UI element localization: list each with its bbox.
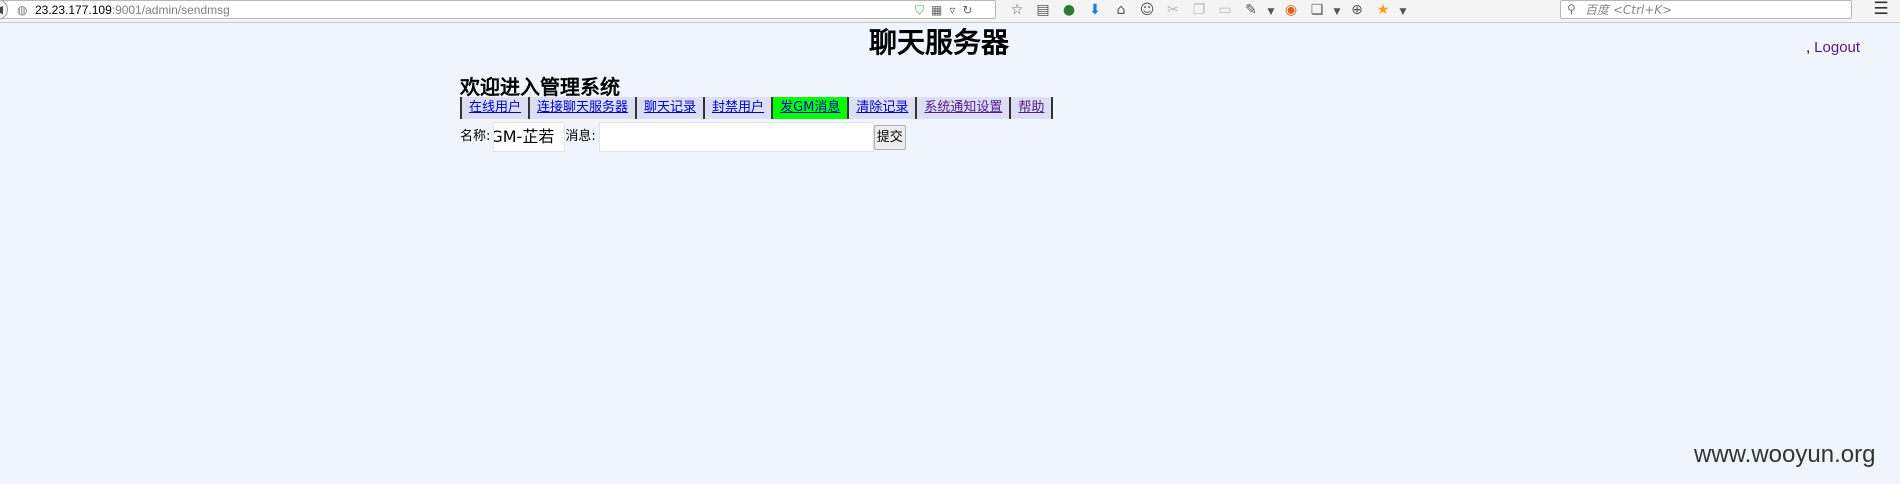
chevron-down-icon[interactable]: ▼ bbox=[1264, 3, 1278, 21]
admin-nav: 在线用户 连接聊天服务器 聊天记录 封禁用户 发GM消息 清除记录 系统通知设置… bbox=[460, 97, 1054, 119]
cut-icon[interactable]: ✂ bbox=[1160, 1, 1186, 19]
name-label: 名称: bbox=[460, 129, 491, 144]
home-icon[interactable]: ⌂ bbox=[1108, 1, 1134, 19]
back-icon[interactable]: ◀ bbox=[0, 0, 8, 20]
favorites-icon[interactable]: ★ bbox=[1370, 1, 1396, 19]
qr-code-icon[interactable]: ▦ bbox=[931, 3, 942, 17]
reading-list-icon[interactable]: ▤ bbox=[1030, 1, 1056, 19]
copy-icon[interactable]: ❐ bbox=[1186, 1, 1212, 19]
chevron-down-icon[interactable]: ▼ bbox=[1330, 3, 1344, 21]
tab-help[interactable]: 帮助 bbox=[1011, 97, 1054, 119]
message-label: 消息: bbox=[565, 129, 596, 144]
chat-icon[interactable]: ☺ bbox=[1134, 1, 1160, 19]
message-input[interactable] bbox=[598, 122, 874, 152]
url-host: 23.23.177.109 bbox=[35, 3, 112, 17]
name-input[interactable]: GM-芷若 bbox=[493, 122, 566, 152]
zoom-search-icon[interactable]: ⊕ bbox=[1344, 1, 1370, 19]
url-text[interactable]: 23.23.177.109:9001/admin/sendmsg bbox=[35, 2, 230, 18]
chevron-down-icon[interactable]: ▼ bbox=[1396, 3, 1410, 21]
search-placeholder: 百度 <Ctrl+K> bbox=[1585, 3, 1673, 17]
send-to-device-icon[interactable]: ❏ bbox=[1304, 1, 1330, 19]
tab-online-users[interactable]: 在线用户 bbox=[462, 97, 531, 119]
logout-link[interactable]: Logout bbox=[1814, 39, 1860, 56]
tab-ban-user[interactable]: 封禁用户 bbox=[705, 97, 774, 119]
search-icon: ⚲ bbox=[1567, 2, 1576, 16]
bookmark-star-icon[interactable]: ☆ bbox=[1004, 1, 1030, 19]
send-message-form: 名称: GM-芷若 消息: 提交 bbox=[460, 122, 906, 152]
user-area: , Logout bbox=[1806, 38, 1860, 58]
reload-icon[interactable]: ↻ bbox=[962, 3, 972, 17]
tab-send-gm-message[interactable]: 发GM消息 bbox=[773, 97, 850, 119]
url-bar-icons: ⛉ ▦ ▿ ↻ bbox=[915, 2, 979, 18]
menu-icon[interactable]: ☰ bbox=[1868, 0, 1894, 19]
tab-connect-chat-server[interactable]: 连接聊天服务器 bbox=[530, 97, 638, 119]
screenshot-icon[interactable]: ✎ bbox=[1238, 1, 1264, 19]
browser-toolbar-icons: ☆ ▤ ● ⬇ ⌂ ☺ ✂ ❐ ▭ ✎ ▼ ◉ ❏ ▼ ⊕ ★ ▼ bbox=[1004, 1, 1544, 20]
browser-search-box[interactable]: ⚲ 百度 <Ctrl+K> bbox=[1560, 0, 1852, 19]
shield-icon[interactable]: ⛉ bbox=[915, 3, 924, 17]
submit-button[interactable]: 提交 bbox=[873, 124, 906, 150]
globe-icon: ◍ bbox=[17, 3, 28, 17]
tab-chat-logs[interactable]: 聊天记录 bbox=[637, 97, 706, 119]
page-title: 聊天服务器 bbox=[869, 26, 1010, 59]
logout-separator: , bbox=[1806, 39, 1811, 56]
welcome-heading: 欢迎进入管理系统 bbox=[460, 75, 620, 99]
watermark: www.wooyun.org bbox=[1694, 441, 1876, 468]
download-icon[interactable]: ⬇ bbox=[1082, 1, 1108, 19]
paste-icon[interactable]: ▭ bbox=[1212, 1, 1238, 19]
extension-icon[interactable]: ● bbox=[1056, 1, 1082, 19]
url-path: :9001/admin/sendmsg bbox=[111, 3, 230, 17]
tab-system-notification-settings[interactable]: 系统通知设置 bbox=[917, 97, 1012, 119]
addon-icon[interactable]: ◉ bbox=[1278, 1, 1304, 19]
dropdown-icon[interactable]: ▿ bbox=[949, 3, 955, 17]
browser-toolbar: ◀ ◍ 23.23.177.109:9001/admin/sendmsg ⛉ ▦ ▿… bbox=[0, 0, 1900, 23]
address-bar[interactable]: ◀ ◍ 23.23.177.109:9001/admin/sendmsg ⛉ ▦ ▿… bbox=[0, 0, 996, 20]
tab-clear-logs[interactable]: 清除记录 bbox=[849, 97, 918, 119]
